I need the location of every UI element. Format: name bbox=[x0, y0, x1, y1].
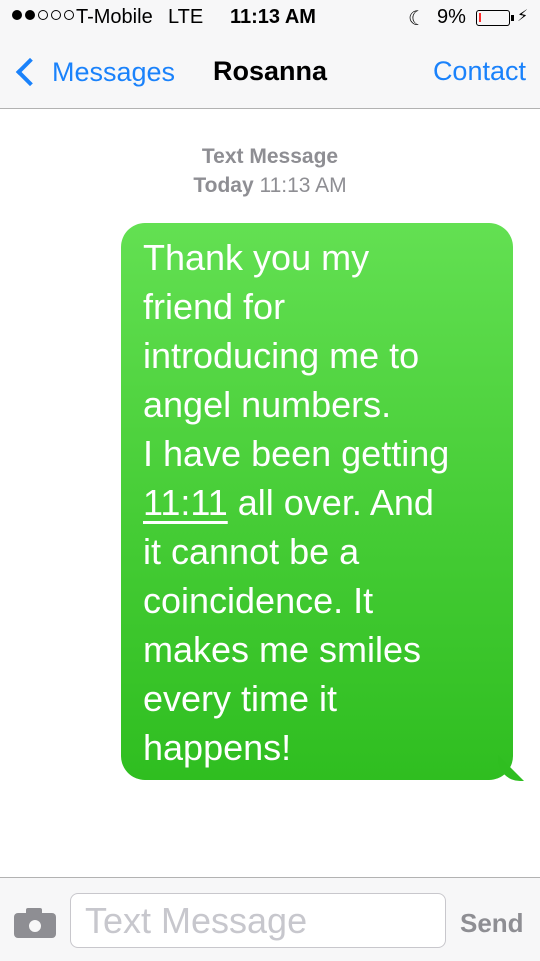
message-type-label: Text Message bbox=[201, 145, 339, 168]
back-to-messages-button[interactable]: Messages bbox=[12, 54, 175, 90]
message-line: I have been getting bbox=[143, 433, 450, 474]
signal-strength-icon bbox=[12, 10, 74, 20]
signal-dot bbox=[64, 10, 74, 20]
time-link[interactable]: 11:11 bbox=[143, 482, 228, 523]
carrier-name: T-Mobile bbox=[76, 6, 153, 28]
message-time: 11:13 AM bbox=[259, 174, 347, 197]
message-line: every time it bbox=[143, 678, 338, 719]
battery-level-fill bbox=[479, 13, 481, 22]
message-line: introducing me to bbox=[143, 335, 420, 376]
camera-lens bbox=[26, 917, 44, 935]
message-line: makes me smiles bbox=[143, 629, 422, 670]
signal-dot bbox=[51, 10, 61, 20]
battery-tip bbox=[511, 15, 514, 21]
navigation-bar: Messages Rosanna Contact bbox=[0, 36, 540, 109]
camera-icon[interactable] bbox=[14, 908, 56, 938]
message-line: 11:11 all over. And bbox=[143, 478, 493, 527]
message-line: friend for bbox=[143, 286, 286, 327]
chevron-left-icon bbox=[15, 57, 45, 87]
network-type: LTE bbox=[168, 6, 204, 28]
message-line-rest: all over. And bbox=[227, 482, 434, 523]
signal-dot bbox=[25, 10, 35, 20]
message-timestamp-header: Text Message Today 11:13 AM bbox=[0, 142, 540, 200]
message-line: coincidence. It bbox=[143, 580, 374, 621]
message-input[interactable] bbox=[70, 893, 446, 948]
message-line: Thank you my bbox=[143, 237, 370, 278]
do-not-disturb-icon: ☾ bbox=[408, 8, 426, 30]
sent-message-bubble[interactable]: Thank you my friend for introducing me t… bbox=[121, 223, 513, 780]
status-time: 11:13 AM bbox=[230, 6, 316, 28]
signal-dot bbox=[38, 10, 48, 20]
signal-dot bbox=[12, 10, 22, 20]
send-button[interactable]: Send bbox=[460, 908, 524, 939]
back-label: Messages bbox=[52, 56, 176, 87]
compose-bar: Send bbox=[0, 877, 540, 961]
charging-icon: ⚡ bbox=[517, 8, 529, 25]
contact-button[interactable]: Contact bbox=[433, 56, 526, 87]
message-day: Today bbox=[193, 174, 254, 197]
message-date: Today 11:13 AM bbox=[0, 171, 540, 200]
battery-percent: 9% bbox=[437, 6, 466, 28]
message-line: angel numbers. bbox=[143, 384, 392, 425]
message-line: it cannot be a bbox=[143, 531, 360, 572]
battery-icon bbox=[476, 10, 510, 26]
message-line: happens! bbox=[143, 727, 292, 768]
status-bar: T-Mobile LTE 11:13 AM ☾ 9% ⚡ bbox=[0, 0, 540, 36]
